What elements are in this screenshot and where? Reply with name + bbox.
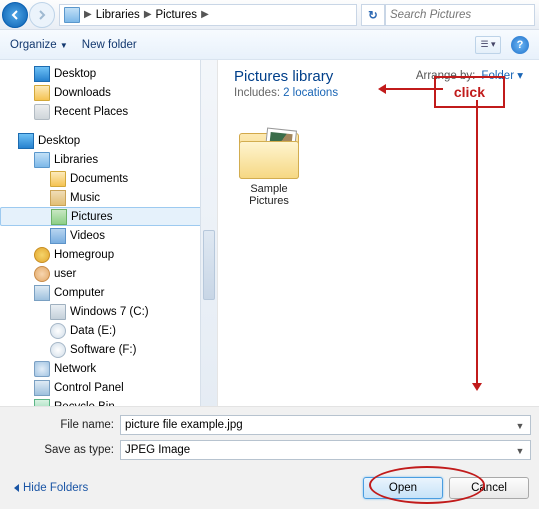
disc-icon	[50, 342, 66, 358]
net-icon	[34, 361, 50, 377]
chevron-right-icon: ▶	[144, 9, 152, 20]
tree-item[interactable]: Videos	[0, 226, 217, 245]
tree-item[interactable]: Data (E:)	[0, 321, 217, 340]
title-bar: ▶ Libraries ▶ Pictures ▶ ↻	[0, 0, 539, 30]
tree-item-label: Desktop	[54, 68, 96, 80]
music-icon	[50, 190, 66, 206]
annotation-arrow-down	[476, 100, 478, 388]
user-icon	[34, 266, 50, 282]
tree-item-label: user	[54, 268, 76, 280]
folder-label: Sample Pictures	[234, 183, 304, 207]
breadcrumb-item[interactable]: Pictures	[156, 9, 198, 21]
toolbar: Organize ▼ New folder ☰ ▾ ?	[0, 30, 539, 60]
scrollbar-thumb[interactable]	[203, 230, 215, 300]
view-options-button[interactable]: ☰ ▾	[475, 36, 501, 54]
folder-icon	[34, 85, 50, 101]
tree-item-label: Music	[70, 192, 100, 204]
tree-item[interactable]: user	[0, 264, 217, 283]
desk-icon	[34, 66, 50, 82]
tree-item[interactable]: Pictures	[0, 207, 217, 226]
library-title: Pictures library	[234, 68, 338, 85]
cancel-button[interactable]: Cancel	[449, 477, 529, 499]
hide-folders-button[interactable]: Hide Folders	[10, 482, 88, 494]
tree-item-label: Downloads	[54, 87, 111, 99]
annotation-callout: click	[434, 76, 505, 108]
library-icon	[64, 7, 80, 23]
desktop-icon	[18, 133, 34, 149]
chevron-down-icon[interactable]: ▼	[513, 444, 527, 458]
vid-icon	[50, 228, 66, 244]
tree-item-label: Computer	[54, 287, 105, 299]
footer: Hide Folders Open Cancel	[0, 471, 539, 509]
disc-icon	[50, 323, 66, 339]
tree-item-label: Homegroup	[54, 249, 114, 261]
tree-item-label: Recent Places	[54, 106, 128, 118]
collapse-icon	[10, 484, 19, 492]
tree-item[interactable]: Documents	[0, 169, 217, 188]
chevron-right-icon: ▶	[84, 9, 92, 20]
tree-item[interactable]: Control Panel	[0, 378, 217, 397]
nav-back-button[interactable]	[2, 2, 28, 28]
chevron-down-icon[interactable]: ▼	[513, 419, 527, 433]
open-button[interactable]: Open	[363, 477, 443, 499]
tree-item[interactable]: Downloads	[0, 83, 217, 102]
tree-item-label: Data (E:)	[70, 325, 116, 337]
new-folder-button[interactable]: New folder	[82, 39, 137, 51]
tree-item[interactable]: Windows 7 (C:)	[0, 302, 217, 321]
form-area: File name: picture file example.jpg ▼ Sa…	[0, 406, 539, 471]
tree-item[interactable]: Desktop	[0, 64, 217, 83]
filename-input[interactable]: picture file example.jpg ▼	[120, 415, 531, 435]
nav-forward-button[interactable]	[29, 2, 55, 28]
tree-item-label: Recycle Bin	[54, 401, 115, 407]
content-pane: Pictures library Includes: 2 locations A…	[218, 60, 539, 406]
main-area: Desktop Downloads Recent Places Desktop Li…	[0, 60, 539, 406]
tree-item[interactable]: Homegroup	[0, 245, 217, 264]
organize-menu[interactable]: Organize ▼	[10, 39, 68, 51]
tree-item-desktop[interactable]: Desktop	[0, 131, 217, 150]
folder-icon	[239, 127, 299, 179]
pic-icon	[51, 209, 67, 225]
tree-item-label: Network	[54, 363, 96, 375]
tree-item[interactable]: Recent Places	[0, 102, 217, 121]
comp-icon	[34, 380, 50, 396]
tree-item-label: Windows 7 (C:)	[70, 306, 149, 318]
breadcrumb[interactable]: ▶ Libraries ▶ Pictures ▶	[59, 4, 357, 26]
filename-label: File name:	[8, 419, 120, 431]
recent-icon	[34, 104, 50, 120]
locations-link[interactable]: 2 locations	[283, 87, 338, 99]
tree-item-label: Desktop	[38, 135, 80, 147]
tree-item[interactable]: Recycle Bin	[0, 397, 217, 406]
tree-item[interactable]: Network	[0, 359, 217, 378]
tree-item-libraries[interactable]: Libraries	[0, 150, 217, 169]
library-icon	[34, 152, 50, 168]
annotation-arrow-left	[381, 88, 443, 90]
chevron-right-icon: ▶	[201, 9, 209, 20]
tree-item-label: Videos	[70, 230, 105, 242]
recycle-icon	[34, 399, 50, 407]
library-subtitle: Includes: 2 locations	[234, 87, 338, 99]
home-icon	[34, 247, 50, 263]
saveas-type-select[interactable]: JPEG Image ▼	[120, 440, 531, 460]
drive-icon	[50, 304, 66, 320]
tree-item-label: Documents	[70, 173, 128, 185]
folder-icon	[50, 171, 66, 187]
tree-item-label: Software (F:)	[70, 344, 136, 356]
tree-item[interactable]: Computer	[0, 283, 217, 302]
saveas-label: Save as type:	[8, 444, 120, 456]
navigation-tree: Desktop Downloads Recent Places Desktop Li…	[0, 60, 218, 406]
tree-item[interactable]: Software (F:)	[0, 340, 217, 359]
breadcrumb-item[interactable]: Libraries	[96, 9, 140, 21]
search-input[interactable]	[385, 4, 535, 26]
refresh-button[interactable]: ↻	[361, 4, 385, 26]
tree-item-label: Pictures	[71, 211, 113, 223]
tree-item[interactable]: Music	[0, 188, 217, 207]
tree-group-quickaccess: Desktop Downloads Recent Places	[0, 64, 217, 121]
comp-icon	[34, 285, 50, 301]
folder-item-sample-pictures[interactable]: Sample Pictures	[234, 127, 304, 207]
tree-item-label: Control Panel	[54, 382, 124, 394]
tree-item-label: Libraries	[54, 154, 98, 166]
help-icon[interactable]: ?	[511, 36, 529, 54]
